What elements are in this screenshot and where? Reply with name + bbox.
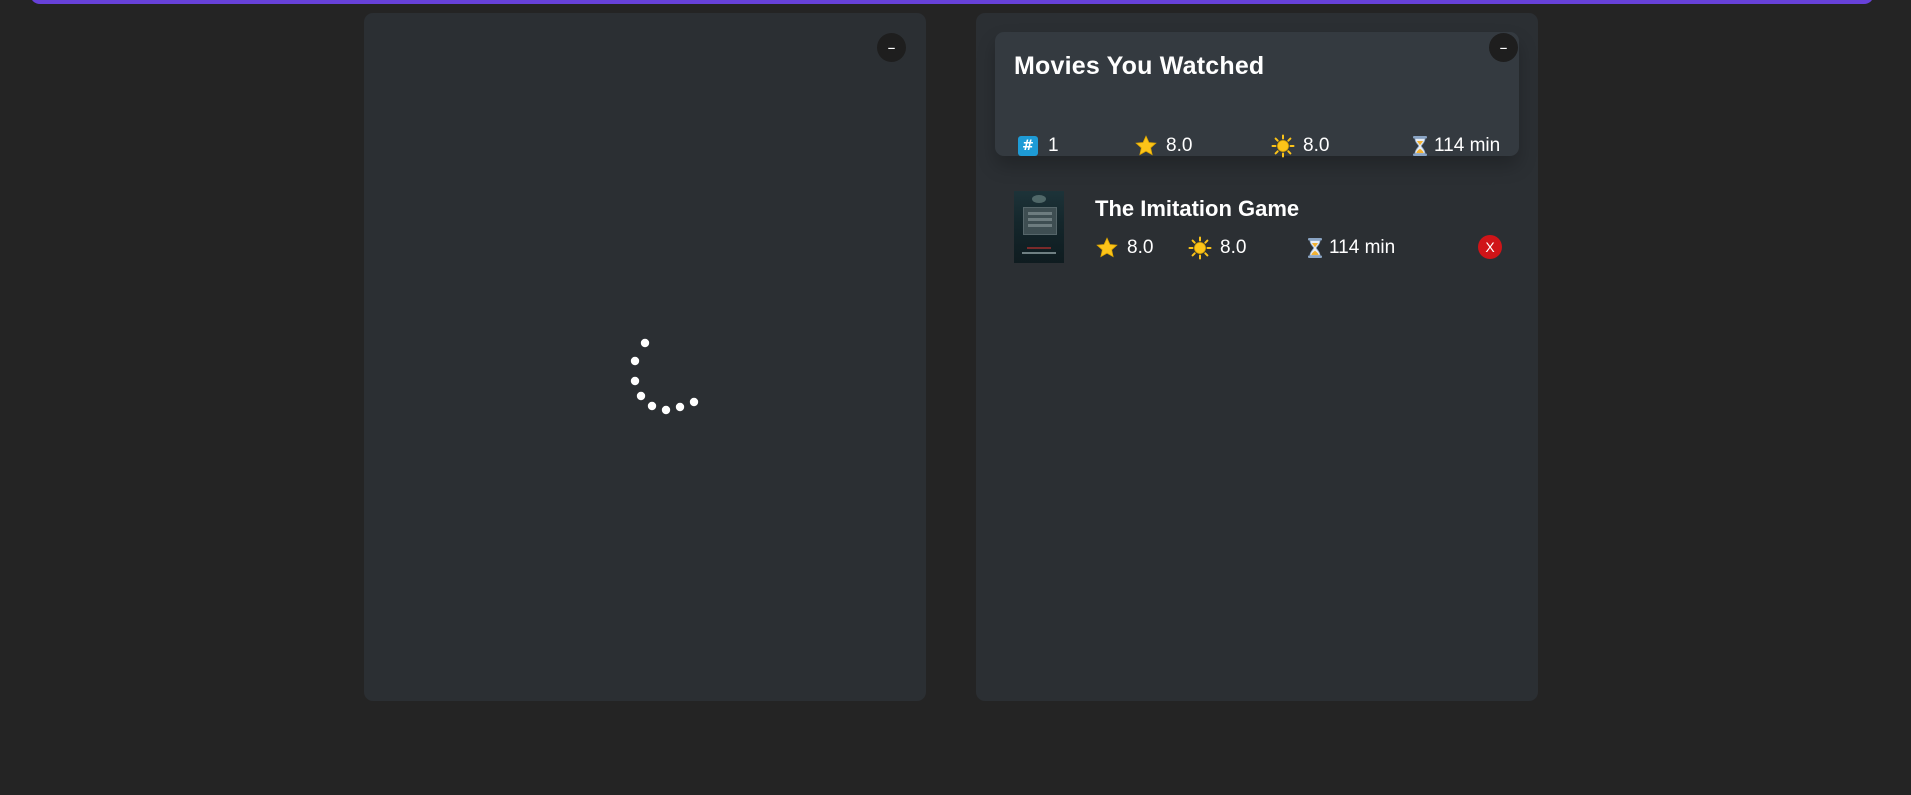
summary-user-rating-value: 8.0 [1303,135,1330,156]
collapse-toggle-button[interactable]: – [877,33,906,62]
summary-count: # 1 [1016,133,1059,159]
loading-spinner-icon [586,310,706,430]
watched-summary: Movies You Watched # 1 8.0 8.0 114 min [995,32,1519,159]
glowing-star-icon [1188,236,1212,260]
summary-imdb-rating-value: 8.0 [1166,135,1193,156]
summary-count-value: 1 [1048,135,1059,156]
top-accent-bar [30,0,1874,4]
glowing-star-icon [1271,134,1295,158]
hourglass-icon [1308,238,1322,258]
summary-imdb-rating: 8.0 [1134,133,1192,159]
summary-user-rating: 8.0 [1271,133,1329,159]
watched-movies-box: – Movies You Watched # 1 8.0 8.0 114 min… [976,13,1538,701]
summary-runtime: 114 min [1408,133,1500,159]
movie-imdb-rating: 8.0 [1095,235,1153,261]
movie-imdb-rating-value: 8.0 [1127,237,1154,258]
movie-runtime-value: 114 min [1329,237,1396,258]
summary-runtime-value: 114 min [1434,135,1501,156]
summary-title: Movies You Watched [1014,52,1265,80]
star-icon [1135,135,1157,156]
list-item[interactable]: The Imitation Game 8.0 8.0 114 min X [1014,178,1502,263]
hash-icon: # [1018,136,1038,156]
collapse-toggle-button[interactable]: – [1489,33,1518,62]
movie-details-box: – [364,13,926,701]
movie-title: The Imitation Game [1095,196,1300,221]
delete-movie-button[interactable]: X [1478,235,1502,259]
star-icon [1096,237,1118,258]
movie-runtime: 114 min [1303,235,1395,261]
hourglass-icon [1413,136,1427,156]
movie-user-rating: 8.0 [1188,235,1246,261]
movie-poster [1014,191,1064,263]
movie-user-rating-value: 8.0 [1220,237,1247,258]
